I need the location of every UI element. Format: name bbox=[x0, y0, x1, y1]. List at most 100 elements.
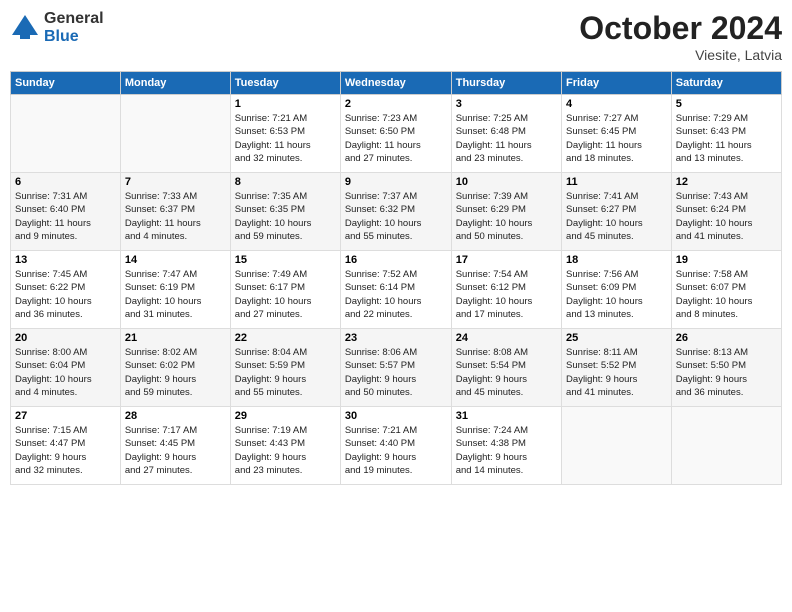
day-number: 5 bbox=[676, 98, 777, 110]
page: General Blue October 2024 Viesite, Latvi… bbox=[0, 0, 792, 612]
day-number: 19 bbox=[676, 254, 777, 266]
day-info: Sunrise: 7:47 AMSunset: 6:19 PMDaylight:… bbox=[125, 268, 226, 321]
day-number: 23 bbox=[345, 332, 447, 344]
day-info: Sunrise: 7:54 AMSunset: 6:12 PMDaylight:… bbox=[456, 268, 557, 321]
calendar-header-row: Sunday Monday Tuesday Wednesday Thursday… bbox=[11, 72, 782, 95]
day-info: Sunrise: 7:37 AMSunset: 6:32 PMDaylight:… bbox=[345, 190, 447, 243]
day-number: 28 bbox=[125, 410, 226, 422]
day-number: 1 bbox=[235, 98, 336, 110]
logo-icon bbox=[10, 13, 40, 43]
calendar: Sunday Monday Tuesday Wednesday Thursday… bbox=[10, 71, 782, 485]
calendar-cell: 8 Sunrise: 7:35 AMSunset: 6:35 PMDaylight… bbox=[230, 173, 340, 251]
calendar-cell: 27 Sunrise: 7:15 AMSunset: 4:47 PMDayligh… bbox=[11, 407, 121, 485]
day-number: 26 bbox=[676, 332, 777, 344]
day-number: 16 bbox=[345, 254, 447, 266]
day-info: Sunrise: 7:39 AMSunset: 6:29 PMDaylight:… bbox=[456, 190, 557, 243]
day-info: Sunrise: 7:58 AMSunset: 6:07 PMDaylight:… bbox=[676, 268, 777, 321]
logo-blue: Blue bbox=[44, 28, 104, 46]
location: Viesite, Latvia bbox=[579, 47, 782, 63]
day-info: Sunrise: 7:15 AMSunset: 4:47 PMDaylight:… bbox=[15, 424, 116, 477]
day-number: 20 bbox=[15, 332, 116, 344]
day-number: 4 bbox=[566, 98, 667, 110]
day-info: Sunrise: 7:17 AMSunset: 4:45 PMDaylight:… bbox=[125, 424, 226, 477]
day-number: 14 bbox=[125, 254, 226, 266]
day-number: 3 bbox=[456, 98, 557, 110]
day-number: 29 bbox=[235, 410, 336, 422]
day-number: 22 bbox=[235, 332, 336, 344]
day-info: Sunrise: 7:35 AMSunset: 6:35 PMDaylight:… bbox=[235, 190, 336, 243]
day-info: Sunrise: 8:13 AMSunset: 5:50 PMDaylight:… bbox=[676, 346, 777, 399]
header-monday: Monday bbox=[120, 72, 230, 95]
day-number: 25 bbox=[566, 332, 667, 344]
calendar-cell: 18Sunrise: 7:56 AMSunset: 6:09 PMDayligh… bbox=[562, 251, 672, 329]
day-info: Sunrise: 8:08 AMSunset: 5:54 PMDaylight:… bbox=[456, 346, 557, 399]
calendar-cell: 24 Sunrise: 8:08 AMSunset: 5:54 PMDayligh… bbox=[451, 329, 561, 407]
calendar-cell: 6 Sunrise: 7:31 AMSunset: 6:40 PMDaylight… bbox=[11, 173, 121, 251]
day-info: Sunrise: 7:52 AMSunset: 6:14 PMDaylight:… bbox=[345, 268, 447, 321]
day-info: Sunrise: 7:31 AMSunset: 6:40 PMDaylight:… bbox=[15, 190, 116, 243]
day-info: Sunrise: 7:21 AMSunset: 6:53 PMDaylight:… bbox=[235, 112, 336, 165]
month-title: October 2024 bbox=[579, 10, 782, 47]
calendar-cell: 3 Sunrise: 7:25 AMSunset: 6:48 PMDaylight… bbox=[451, 95, 561, 173]
calendar-week-2: 13 Sunrise: 7:45 AMSunset: 6:22 PMDayligh… bbox=[11, 251, 782, 329]
day-info: Sunrise: 7:41 AMSunset: 6:27 PMDaylight:… bbox=[566, 190, 667, 243]
calendar-cell: 14 Sunrise: 7:47 AMSunset: 6:19 PMDayligh… bbox=[120, 251, 230, 329]
calendar-cell: 11 Sunrise: 7:41 AMSunset: 6:27 PMDayligh… bbox=[562, 173, 672, 251]
calendar-cell: 22 Sunrise: 8:04 AMSunset: 5:59 PMDayligh… bbox=[230, 329, 340, 407]
calendar-cell: 2Sunrise: 7:23 AMSunset: 6:50 PMDaylight… bbox=[340, 95, 451, 173]
header-friday: Friday bbox=[562, 72, 672, 95]
day-number: 11 bbox=[566, 176, 667, 188]
calendar-cell: 1 Sunrise: 7:21 AMSunset: 6:53 PMDaylight… bbox=[230, 95, 340, 173]
calendar-week-4: 27 Sunrise: 7:15 AMSunset: 4:47 PMDayligh… bbox=[11, 407, 782, 485]
day-number: 21 bbox=[125, 332, 226, 344]
calendar-cell: 16 Sunrise: 7:52 AMSunset: 6:14 PMDayligh… bbox=[340, 251, 451, 329]
calendar-cell: 29 Sunrise: 7:19 AMSunset: 4:43 PMDayligh… bbox=[230, 407, 340, 485]
day-number: 13 bbox=[15, 254, 116, 266]
calendar-cell: 15Sunrise: 7:49 AMSunset: 6:17 PMDayligh… bbox=[230, 251, 340, 329]
calendar-cell: 12Sunrise: 7:43 AMSunset: 6:24 PMDayligh… bbox=[671, 173, 781, 251]
calendar-cell: 28 Sunrise: 7:17 AMSunset: 4:45 PMDayligh… bbox=[120, 407, 230, 485]
day-info: Sunrise: 7:19 AMSunset: 4:43 PMDaylight:… bbox=[235, 424, 336, 477]
day-number: 8 bbox=[235, 176, 336, 188]
calendar-week-3: 20Sunrise: 8:00 AMSunset: 6:04 PMDayligh… bbox=[11, 329, 782, 407]
calendar-cell: 26 Sunrise: 8:13 AMSunset: 5:50 PMDayligh… bbox=[671, 329, 781, 407]
day-info: Sunrise: 7:45 AMSunset: 6:22 PMDaylight:… bbox=[15, 268, 116, 321]
day-info: Sunrise: 7:56 AMSunset: 6:09 PMDaylight:… bbox=[566, 268, 667, 321]
day-number: 24 bbox=[456, 332, 557, 344]
calendar-cell: 13 Sunrise: 7:45 AMSunset: 6:22 PMDayligh… bbox=[11, 251, 121, 329]
logo: General Blue bbox=[10, 10, 104, 45]
calendar-cell: 25Sunrise: 8:11 AMSunset: 5:52 PMDayligh… bbox=[562, 329, 672, 407]
calendar-week-1: 6 Sunrise: 7:31 AMSunset: 6:40 PMDaylight… bbox=[11, 173, 782, 251]
title-block: October 2024 Viesite, Latvia bbox=[579, 10, 782, 63]
calendar-cell bbox=[11, 95, 121, 173]
day-info: Sunrise: 7:25 AMSunset: 6:48 PMDaylight:… bbox=[456, 112, 557, 165]
day-info: Sunrise: 7:43 AMSunset: 6:24 PMDaylight:… bbox=[676, 190, 777, 243]
calendar-cell: 4Sunrise: 7:27 AMSunset: 6:45 PMDaylight… bbox=[562, 95, 672, 173]
logo-general: General bbox=[44, 10, 104, 28]
day-info: Sunrise: 8:06 AMSunset: 5:57 PMDaylight:… bbox=[345, 346, 447, 399]
day-number: 9 bbox=[345, 176, 447, 188]
day-info: Sunrise: 8:04 AMSunset: 5:59 PMDaylight:… bbox=[235, 346, 336, 399]
header-wednesday: Wednesday bbox=[340, 72, 451, 95]
day-number: 17 bbox=[456, 254, 557, 266]
day-number: 6 bbox=[15, 176, 116, 188]
calendar-cell bbox=[671, 407, 781, 485]
calendar-cell: 20Sunrise: 8:00 AMSunset: 6:04 PMDayligh… bbox=[11, 329, 121, 407]
day-info: Sunrise: 8:02 AMSunset: 6:02 PMDaylight:… bbox=[125, 346, 226, 399]
header: General Blue October 2024 Viesite, Latvi… bbox=[10, 10, 782, 63]
day-info: Sunrise: 7:24 AMSunset: 4:38 PMDaylight:… bbox=[456, 424, 557, 477]
calendar-cell: 9 Sunrise: 7:37 AMSunset: 6:32 PMDaylight… bbox=[340, 173, 451, 251]
header-thursday: Thursday bbox=[451, 72, 561, 95]
calendar-cell: 23 Sunrise: 8:06 AMSunset: 5:57 PMDayligh… bbox=[340, 329, 451, 407]
day-info: Sunrise: 7:29 AMSunset: 6:43 PMDaylight:… bbox=[676, 112, 777, 165]
day-number: 15 bbox=[235, 254, 336, 266]
day-info: Sunrise: 7:21 AMSunset: 4:40 PMDaylight:… bbox=[345, 424, 447, 477]
day-number: 27 bbox=[15, 410, 116, 422]
day-number: 10 bbox=[456, 176, 557, 188]
calendar-cell: 10 Sunrise: 7:39 AMSunset: 6:29 PMDayligh… bbox=[451, 173, 561, 251]
calendar-week-0: 1 Sunrise: 7:21 AMSunset: 6:53 PMDaylight… bbox=[11, 95, 782, 173]
calendar-cell: 31Sunrise: 7:24 AMSunset: 4:38 PMDayligh… bbox=[451, 407, 561, 485]
day-info: Sunrise: 7:33 AMSunset: 6:37 PMDaylight:… bbox=[125, 190, 226, 243]
day-number: 7 bbox=[125, 176, 226, 188]
header-tuesday: Tuesday bbox=[230, 72, 340, 95]
